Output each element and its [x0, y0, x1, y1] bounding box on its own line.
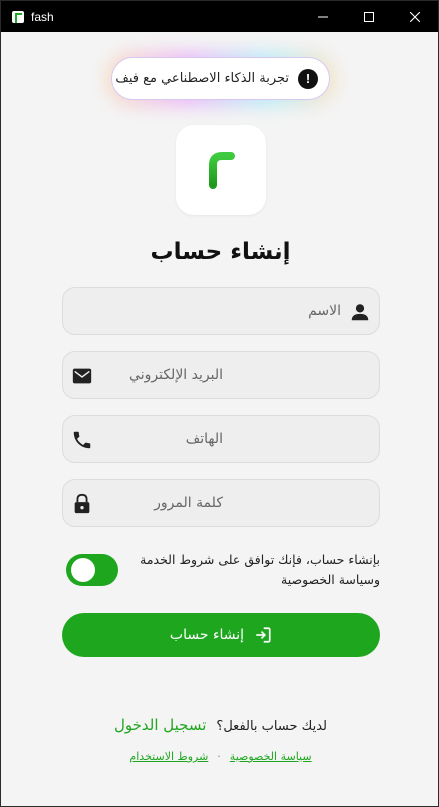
minimize-button[interactable] [300, 1, 346, 32]
maximize-button[interactable] [346, 1, 392, 32]
ai-promo-pill[interactable]: تجربة الذكاء الاصطناعي مع فيف ! [111, 57, 330, 100]
password-field[interactable] [62, 479, 380, 527]
phone-field[interactable] [62, 415, 380, 463]
signin-row: لديك حساب بالفعل؟ تسجيل الدخول [1, 716, 439, 734]
email-input[interactable] [103, 352, 223, 398]
sign-in-link[interactable]: تسجيل الدخول [114, 716, 206, 734]
promo-text: تجربة الذكاء الاصطناعي مع فيف [115, 71, 289, 86]
phone-icon [73, 431, 91, 449]
minimize-icon [318, 16, 328, 17]
terms-text: بإنشاء حساب، فإنك توافق على شروط الخدمة … [140, 552, 380, 587]
mail-icon [72, 368, 92, 384]
create-account-label: إنشاء حساب [169, 627, 245, 643]
have-account-text: لديك حساب بالفعل؟ [216, 719, 328, 734]
name-field[interactable] [62, 287, 380, 335]
phone-input[interactable] [103, 416, 223, 462]
app-logo-icon [12, 10, 24, 23]
page-title: إنشاء حساب [150, 239, 291, 265]
close-button[interactable] [392, 1, 438, 32]
create-account-button[interactable]: إنشاء حساب [62, 613, 380, 657]
person-icon [351, 304, 369, 321]
footer-separator: · [217, 750, 221, 763]
close-icon [410, 11, 420, 22]
maximize-icon [364, 11, 374, 22]
lock-icon [74, 493, 90, 514]
terms-toggle[interactable] [66, 554, 118, 586]
password-input[interactable] [103, 480, 223, 526]
alert-badge-icon: ! [298, 68, 318, 89]
toggle-knob [71, 558, 95, 582]
window-title: fash [31, 9, 54, 24]
brand-f-icon [209, 152, 235, 189]
privacy-policy-link[interactable]: سياسة الخصوصية [230, 750, 312, 763]
name-input[interactable] [75, 288, 341, 334]
app-window: fash تجربة الذكاء الاصطناعي مع فيف ! إنش… [0, 0, 439, 807]
email-field[interactable] [62, 351, 380, 399]
footer-links: سياسة الخصوصية · شروط الاستخدام [1, 750, 439, 763]
app-logo [176, 125, 266, 215]
login-icon [256, 627, 271, 643]
window-controls [300, 1, 438, 32]
terms-of-use-link[interactable]: شروط الاستخدام [129, 750, 208, 763]
title-bar[interactable]: fash [1, 1, 438, 32]
